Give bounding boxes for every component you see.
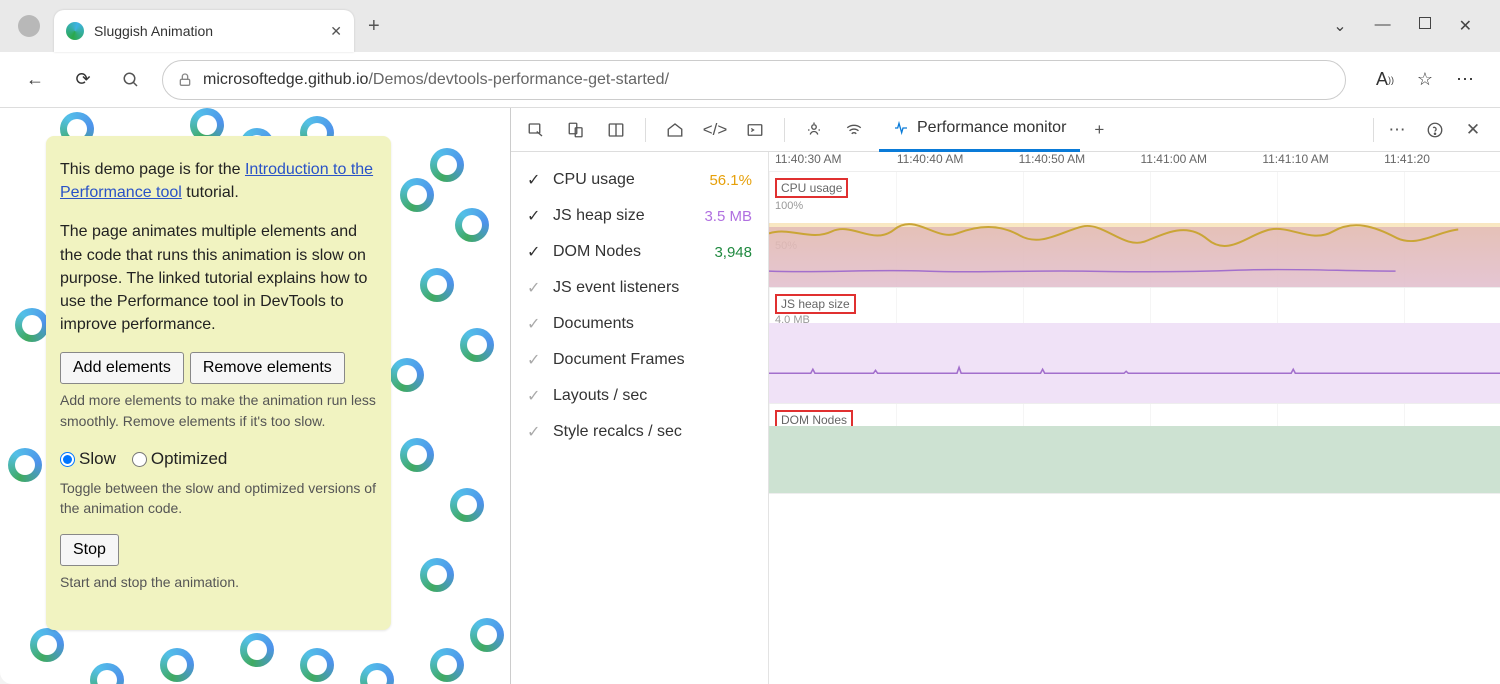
check-icon: ✓ — [527, 170, 543, 190]
inspect-icon[interactable] — [517, 112, 555, 148]
stop-button[interactable]: Stop — [60, 534, 119, 566]
chevron-down-icon[interactable]: ⌄ — [1333, 16, 1346, 36]
favorite-icon[interactable]: ☆ — [1408, 63, 1442, 97]
metric-label: Document Frames — [553, 351, 752, 369]
timeline-tick: 11:40:40 AM — [891, 152, 1013, 171]
read-aloud-icon[interactable]: A)) — [1368, 63, 1402, 97]
timeline-ruler: 11:40:30 AM11:40:40 AM11:40:50 AM11:41:0… — [769, 152, 1500, 172]
devtools-panel: </> Performance monitor + ⋯ — [510, 108, 1500, 684]
refresh-button[interactable]: ⟳ — [66, 63, 100, 97]
tab-performance-monitor[interactable]: Performance monitor — [879, 108, 1080, 152]
metric-label: DOM Nodes — [553, 243, 714, 261]
check-icon: ✓ — [527, 350, 543, 370]
device-emulation-icon[interactable] — [557, 112, 595, 148]
pulse-icon — [893, 120, 909, 136]
metric-label: Documents — [553, 315, 752, 333]
check-icon: ✓ — [527, 278, 543, 298]
window-controls: ⌄ — ✕ — [1333, 16, 1500, 36]
metric-label: JS heap size — [553, 207, 704, 225]
metric-row[interactable]: ✓ JS heap size3.5 MB — [511, 198, 768, 234]
radio-note: Toggle between the slow and optimized ve… — [60, 478, 377, 519]
metric-label: Layouts / sec — [553, 387, 752, 405]
tab-title: Sluggish Animation — [94, 23, 320, 39]
timeline-tick: 11:40:50 AM — [1013, 152, 1135, 171]
help-icon[interactable] — [1416, 112, 1454, 148]
elements-tab-icon[interactable]: </> — [696, 112, 734, 148]
timeline-tick: 11:40:30 AM — [769, 152, 891, 171]
lock-icon — [177, 72, 193, 88]
metric-row[interactable]: ✓ Layouts / sec — [511, 378, 768, 414]
welcome-tab-icon[interactable] — [656, 112, 694, 148]
description-paragraph: The page animates multiple elements and … — [60, 220, 377, 336]
metric-row[interactable]: ✓ JS event listeners — [511, 270, 768, 306]
check-icon: ✓ — [527, 422, 543, 442]
charts-pane: 11:40:30 AM11:40:40 AM11:40:50 AM11:41:0… — [769, 152, 1500, 684]
metric-value: 56.1% — [709, 172, 752, 189]
timeline-tick: 11:41:10 AM — [1256, 152, 1378, 171]
metric-row[interactable]: ✓ DOM Nodes3,948 — [511, 234, 768, 270]
workspace: This demo page is for the Introduction t… — [0, 108, 1500, 684]
metric-row[interactable]: ✓ Documents — [511, 306, 768, 342]
browser-toolbar: ← ⟳ microsoftedge.github.io/Demos/devtoo… — [0, 52, 1500, 108]
demo-info-panel: This demo page is for the Introduction t… — [46, 136, 391, 630]
metric-label: CPU usage — [553, 171, 709, 189]
network-tab-icon[interactable] — [835, 112, 873, 148]
timeline-tick: 11:41:00 AM — [1134, 152, 1256, 171]
sources-tab-icon[interactable] — [795, 112, 833, 148]
metric-row[interactable]: ✓ Document Frames — [511, 342, 768, 378]
devtools-header: </> Performance monitor + ⋯ — [511, 108, 1500, 152]
dom-nodes-chart: DOM Nodes 4,000 2,000 — [769, 404, 1500, 494]
browser-titlebar: Sluggish Animation ✕ + ⌄ — ✕ — [0, 0, 1500, 52]
url-text: microsoftedge.github.io/Demos/devtools-p… — [203, 71, 669, 89]
address-bar[interactable]: microsoftedge.github.io/Demos/devtools-p… — [162, 60, 1346, 100]
check-icon: ✓ — [527, 206, 543, 226]
console-tab-icon[interactable] — [736, 112, 774, 148]
profile-avatar[interactable] — [18, 15, 40, 37]
timeline-tick: 11:41:20 — [1378, 152, 1500, 171]
metric-value: 3,948 — [714, 244, 752, 261]
settings-menu-icon[interactable]: ⋯ — [1448, 63, 1482, 97]
elements-note: Add more elements to make the animation … — [60, 390, 377, 431]
intro-paragraph: This demo page is for the Introduction t… — [60, 158, 377, 204]
new-tab-button[interactable]: + — [368, 15, 380, 38]
browser-tab[interactable]: Sluggish Animation ✕ — [54, 10, 354, 52]
remove-elements-button[interactable]: Remove elements — [190, 352, 345, 384]
minimize-icon[interactable]: — — [1375, 16, 1391, 36]
devtools-body: ✓ CPU usage56.1% ✓ JS heap size3.5 MB ✓ DOM N… — [511, 152, 1500, 684]
tab-favicon — [66, 22, 84, 40]
cpu-chart: CPU usage 100% 50% — [769, 172, 1500, 288]
dock-side-icon[interactable] — [597, 112, 635, 148]
metric-value: 3.5 MB — [704, 208, 752, 225]
metrics-list: ✓ CPU usage56.1% ✓ JS heap size3.5 MB ✓ DOM N… — [511, 152, 769, 684]
metric-label: Style recalcs / sec — [553, 423, 752, 441]
close-devtools-icon[interactable]: ✕ — [1454, 112, 1492, 148]
metric-row[interactable]: ✓ CPU usage56.1% — [511, 162, 768, 198]
radio-optimized[interactable]: Optimized — [132, 447, 228, 472]
back-button[interactable]: ← — [18, 63, 52, 97]
js-heap-chart: JS heap size 4.0 MB 2.0 MB — [769, 288, 1500, 404]
page-content: This demo page is for the Introduction t… — [0, 108, 510, 684]
add-tab-button[interactable]: + — [1080, 112, 1118, 148]
more-tools-icon[interactable]: ⋯ — [1378, 112, 1416, 148]
tab-close-icon[interactable]: ✕ — [330, 23, 342, 40]
stop-note: Start and stop the animation. — [60, 572, 377, 592]
radio-slow[interactable]: Slow — [60, 447, 116, 472]
check-icon: ✓ — [527, 242, 543, 262]
check-icon: ✓ — [527, 314, 543, 334]
metric-label: JS event listeners — [553, 279, 752, 297]
metric-row[interactable]: ✓ Style recalcs / sec — [511, 414, 768, 450]
close-window-icon[interactable]: ✕ — [1459, 16, 1472, 36]
check-icon: ✓ — [527, 386, 543, 406]
add-elements-button[interactable]: Add elements — [60, 352, 184, 384]
search-button[interactable] — [114, 63, 148, 97]
maximize-icon[interactable] — [1419, 16, 1431, 36]
